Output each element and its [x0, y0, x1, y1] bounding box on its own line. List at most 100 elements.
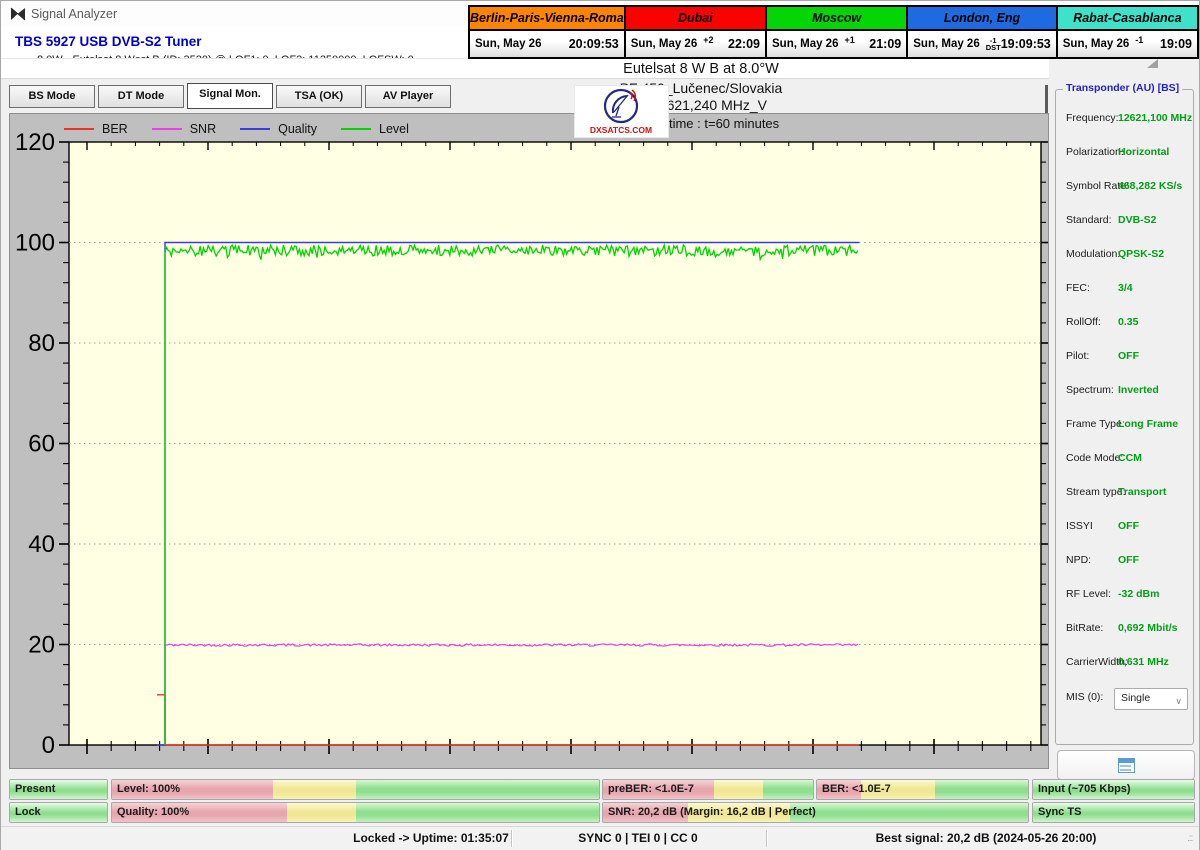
clock-date: Sun, May 26	[475, 38, 542, 51]
signal-chart-panel: BER SNR Quality Level 0 20 40 60 80 100 120	[9, 113, 1050, 769]
transponder-groupbox: Frequency: 12621,100 MHz Polarization: Hori…	[1055, 89, 1194, 745]
indicator-lock: Lock	[9, 802, 108, 823]
bar-label: BER: <1.0E-7	[822, 783, 891, 795]
tp-value-polarization-: Horizontal	[1118, 146, 1170, 158]
clock-time-row: Sun, May 26 20:09:53	[470, 31, 624, 57]
statusbar-uptime: Locked -> Uptime: 01:35:07	[353, 831, 509, 845]
tp-value-symbol-rate-: 468,282 KS/s	[1118, 180, 1183, 192]
tp-label-mis: MIS (0):	[1066, 691, 1104, 703]
legend-swatch	[240, 128, 271, 130]
window-title: Signal Analyzer	[31, 7, 118, 21]
tp-value-rolloff-: 0.35	[1118, 316, 1139, 328]
tab-dt-mode[interactable]: DT Mode	[98, 85, 184, 108]
clock-moscow: Moscow Sun, May 26 +1 21:09	[765, 5, 909, 59]
transponder-tool-button[interactable]	[1057, 750, 1195, 780]
y-axis-tick-label: 120	[15, 129, 55, 156]
tp-value-pilot-: OFF	[1118, 350, 1139, 362]
legend-swatch	[341, 128, 372, 130]
y-axis-tick-label: 80	[28, 330, 55, 357]
bar-label: Lock	[15, 806, 41, 818]
tab-tsa-ok-[interactable]: TSA (OK)	[276, 85, 362, 108]
indicator-sync-ts: Sync TS	[1032, 802, 1195, 823]
legend-label: SNR	[189, 122, 217, 136]
tp-value-bitrate-: 0,692 Mbit/s	[1118, 622, 1178, 634]
tp-label-issyi: ISSYI	[1066, 520, 1093, 532]
tp-value-frequency-: 12621,100 MHz	[1118, 112, 1193, 124]
clock-date: Sun, May 26	[630, 38, 698, 51]
statusbar-best-signal: Best signal: 20,2 dB (2024-05-26 20:00)	[875, 831, 1097, 845]
clock-city-label: Moscow	[767, 7, 907, 32]
clock-city-label: Dubai	[625, 7, 765, 32]
legend-label: BER	[102, 122, 128, 136]
clock-city-label: Berlin-Paris-Vienna-Roma	[470, 7, 624, 32]
tp-value-frame-type-: Long Frame	[1118, 418, 1179, 430]
indicator-ber: BER: <1.0E-7	[816, 779, 1029, 800]
tp-label-fec-: FEC:	[1066, 282, 1090, 294]
tp-value-fec-: 3/4	[1118, 282, 1133, 294]
tp-label-modulation-: Modulation:	[1066, 248, 1121, 260]
signal-trend-chart: 0 20 40 60 80 100 120	[15, 129, 1050, 759]
tp-value-carrierwidth-: 0,631 MHz	[1118, 656, 1169, 668]
y-axis-tick-label: 0	[42, 732, 55, 759]
bar-segment	[355, 780, 599, 799]
clock-date: Sun, May 26	[1062, 38, 1130, 51]
resize-grip[interactable]: .::	[1187, 833, 1193, 844]
tab-signal-mon-[interactable]: Signal Mon.	[187, 83, 273, 109]
tab-av-player[interactable]: AV Player	[365, 85, 451, 108]
dxsatcs-logo: DXSATCS.COM	[574, 85, 669, 138]
mis-dropdown[interactable]: Single ∨	[1114, 688, 1188, 710]
clock-time: 19:09	[1160, 37, 1193, 52]
tp-value-issyi: OFF	[1118, 520, 1139, 532]
indicator-present: Present	[9, 779, 108, 800]
device-title: TBS 5927 USB DVB-S2 Tuner	[15, 34, 202, 49]
clock-time-row: Sun, May 26 -1 DST 19:09:53	[908, 31, 1056, 57]
legend-item-snr: SNR	[151, 122, 217, 136]
clock-city-label: London, Eng	[908, 7, 1056, 32]
clock-utc-offset: -1 DST	[985, 35, 1001, 53]
clock-dubai: Dubai Sun, May 26 +2 22:09	[623, 5, 767, 59]
tab-bs-mode[interactable]: BS Mode	[9, 85, 95, 108]
tp-value-modulation-: QPSK-S2	[1118, 248, 1165, 260]
clock-date: Sun, May 26	[913, 38, 980, 51]
clock-berlin-paris-vienna-roma: Berlin-Paris-Vienna-Roma Sun, May 26 20:09…	[468, 5, 626, 59]
bar-label: Quality: 100%	[117, 806, 190, 818]
y-axis-tick-label: 20	[28, 632, 55, 659]
clock-date: Sun, May 26	[772, 38, 839, 51]
clock-utc-offset: -1	[1135, 35, 1144, 46]
statusbar-separator	[511, 830, 512, 847]
bar-label: Level: 100%	[117, 783, 180, 795]
tp-label-stream-type-: Stream type:	[1066, 486, 1126, 498]
tp-label-rolloff-: RollOff:	[1066, 316, 1101, 328]
bar-segment	[935, 780, 1028, 799]
logo-text: DXSATCS.COM	[590, 125, 652, 135]
y-axis-tick-label: 40	[28, 531, 55, 558]
tp-label-bitrate-: BitRate:	[1066, 622, 1104, 634]
tp-label-standard-: Standard:	[1066, 214, 1112, 226]
list-icon	[1118, 758, 1135, 773]
legend-item-level: Level	[341, 122, 409, 136]
tp-label-rf-level-: RF Level:	[1066, 588, 1111, 600]
tp-value-standard-: DVB-S2	[1118, 214, 1157, 226]
app-window: Signal Analyzer TBS 5927 USB DVB-S2 Tune…	[0, 0, 1200, 850]
clock-time-row: Sun, May 26 +2 22:09	[625, 31, 765, 57]
status-bar: Locked -> Uptime: 01:35:07 SYNC 0 | TEI …	[1, 826, 1199, 850]
legend-item-quality: Quality	[240, 122, 317, 136]
bar-label: Sync TS	[1038, 806, 1082, 818]
indicator-input-kbps-: Input (~705 Kbps)	[1032, 779, 1195, 800]
indicator-snr: SNR: 20,2 dB (Margin: 16,2 dB | Perfect)	[602, 802, 1029, 823]
y-axis-tick-label: 60	[28, 431, 55, 458]
chart-legend: BER SNR Quality Level	[64, 122, 409, 136]
clock-time: 19:09:53	[1000, 37, 1051, 52]
clock-resize-handle[interactable]	[1147, 59, 1158, 68]
indicator-level: Level: 100%	[111, 779, 600, 800]
bar-label: SNR: 20,2 dB (Margin: 16,2 dB | Perfect)	[608, 806, 816, 818]
bar-label: Input (~705 Kbps)	[1038, 783, 1131, 795]
tp-label-pilot-: Pilot:	[1066, 350, 1090, 362]
clock-time-row: Sun, May 26 +1 21:09	[767, 31, 907, 57]
legend-label: Quality	[278, 122, 318, 136]
bar-label: preBER: <1.0E-7	[608, 783, 694, 795]
bar-segment	[790, 803, 1028, 822]
statusbar-separator	[766, 830, 767, 847]
legend-item-ber: BER	[64, 122, 128, 136]
world-clocks: Berlin-Paris-Vienna-Roma Sun, May 26 20:09…	[468, 5, 1200, 59]
